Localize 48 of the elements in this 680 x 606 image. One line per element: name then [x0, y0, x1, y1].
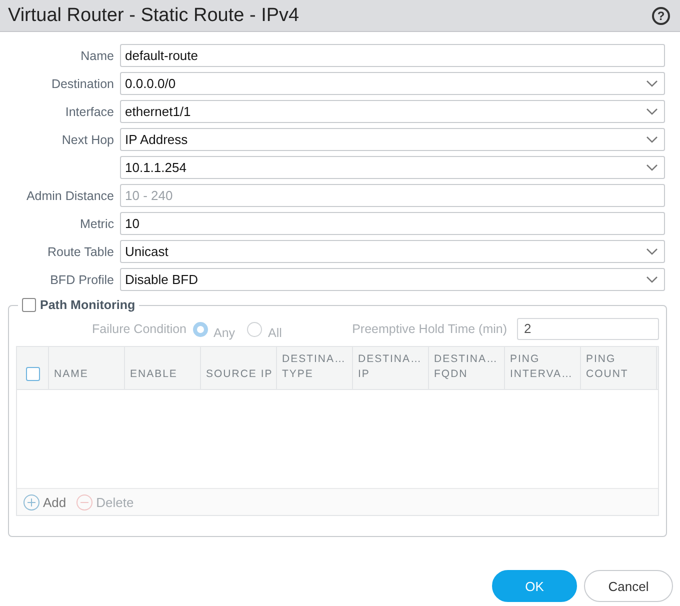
chevron-down-icon — [646, 164, 658, 172]
dropdown-field[interactable]: 10.1.1.254 — [120, 156, 665, 179]
field-label: Next Hop — [60, 132, 115, 146]
dropdown-field[interactable]: IP Address — [120, 128, 665, 151]
radio-label: Any — [214, 326, 236, 340]
column-header[interactable]: DESTINA… TYPE — [277, 347, 353, 389]
field-label: Route Table — [46, 244, 115, 258]
input-field[interactable]: 2 — [517, 318, 659, 340]
help-icon[interactable]: ? — [652, 6, 670, 24]
dropdown-field[interactable]: ethernet1/1 — [120, 100, 665, 123]
field-label: Interface — [64, 104, 115, 118]
radio-button[interactable] — [247, 322, 262, 336]
field-label: Destination — [50, 76, 115, 90]
input-field[interactable]: 10 — [120, 212, 665, 235]
input-field[interactable]: default-route — [120, 44, 665, 67]
field-label: Metric — [78, 216, 115, 230]
chevron-down-icon — [646, 136, 658, 144]
field-label: BFD Profile — [49, 272, 115, 286]
column-header[interactable]: ENABLE — [125, 347, 201, 389]
column-header[interactable]: PING COUNT — [581, 347, 657, 389]
chevron-down-icon — [646, 248, 658, 256]
field-label: Name — [80, 48, 115, 62]
select-all-checkbox[interactable] — [26, 367, 40, 381]
column-header[interactable]: DESTINA… IP — [353, 347, 429, 389]
dropdown-field[interactable]: 0.0.0.0/0 — [120, 72, 665, 95]
checkbox[interactable] — [22, 298, 36, 312]
radio-button[interactable] — [192, 322, 208, 336]
chevron-down-icon — [646, 80, 658, 88]
radio-label: All — [268, 326, 282, 340]
column-header[interactable]: SOURCE IP — [201, 347, 277, 389]
ok-button[interactable]: OK — [492, 570, 577, 602]
column-header[interactable]: PING INTERVA… — [505, 347, 581, 389]
field-label: Preemptive Hold Time (min) — [352, 322, 507, 336]
dropdown-field[interactable]: Unicast — [120, 240, 665, 263]
plus-circle-icon — [23, 494, 40, 510]
cancel-button[interactable]: Cancel — [584, 570, 673, 602]
minus-circle-icon — [76, 494, 94, 510]
chevron-down-icon — [646, 108, 658, 116]
field-label: Admin Distance — [25, 188, 115, 202]
chevron-down-icon — [646, 276, 658, 284]
dropdown-field[interactable]: Disable BFD — [120, 268, 665, 291]
field-label: Failure Condition — [92, 322, 186, 336]
column-header[interactable]: DESTINA… FQDN — [429, 347, 505, 389]
column-header[interactable]: NAME — [49, 347, 125, 389]
window-title: Virtual Router - Static Route - IPv4 — [8, 4, 300, 26]
section-title: Path Monitoring — [40, 298, 136, 312]
input-field[interactable]: 10 - 240 — [120, 184, 665, 207]
add-button[interactable]: Add — [23, 494, 66, 510]
